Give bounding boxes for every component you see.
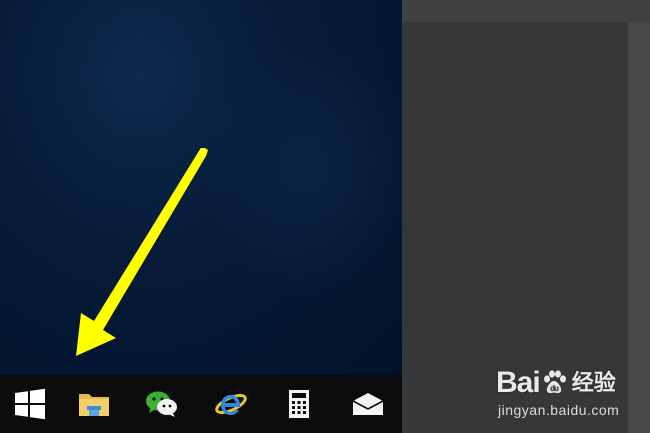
taskbar: [0, 375, 402, 433]
watermark-brand-left: Bai: [496, 366, 541, 399]
start-button[interactable]: [0, 375, 60, 433]
svg-text:du: du: [550, 384, 559, 393]
calculator-icon: [289, 390, 310, 418]
taskbar-internet-explorer[interactable]: [197, 375, 265, 433]
wechat-icon: [146, 391, 178, 417]
taskbar-wechat[interactable]: [128, 375, 196, 433]
watermark-brand-cn: 经验: [571, 370, 616, 395]
windows-logo-icon: [14, 388, 45, 420]
right-panel-topbar: [402, 0, 650, 22]
mail-icon: [352, 393, 384, 415]
taskbar-mail[interactable]: [334, 375, 402, 433]
folder-icon: [78, 394, 109, 416]
yellow-arrow-annotation: [76, 148, 208, 356]
taskbar-calculator[interactable]: [265, 375, 333, 433]
ie-icon: [214, 393, 247, 415]
taskbar-file-explorer[interactable]: [60, 375, 128, 433]
watermark-brand: Bai du du 经验: [496, 366, 616, 400]
desktop-wallpaper: [0, 0, 402, 375]
baidu-paw-icon: du: [543, 370, 566, 394]
wallpaper-glow: [200, 40, 402, 300]
watermark-domain: jingyan.baidu.com: [498, 402, 620, 418]
baidu-jingyan-watermark: Bai du du 经验 jingyan.baidu.com: [496, 366, 646, 426]
